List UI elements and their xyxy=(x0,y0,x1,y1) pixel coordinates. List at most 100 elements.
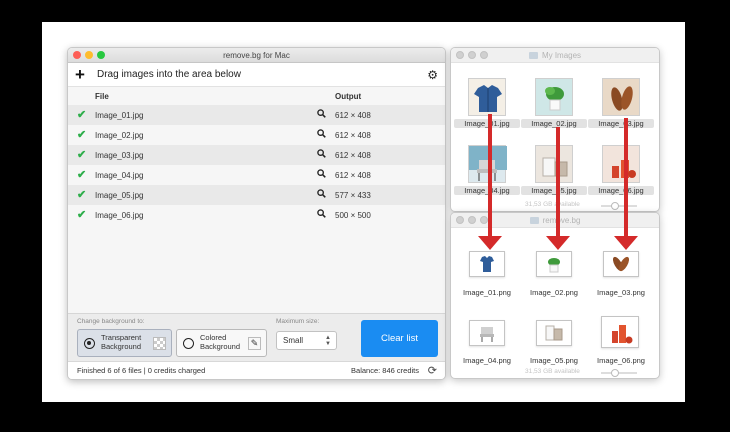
file-label[interactable]: Image_04.jpg xyxy=(454,186,520,195)
transparent-background-option[interactable]: Transparent Background xyxy=(77,329,172,357)
folder-icon xyxy=(529,217,539,224)
stepper-arrows-icon: ▲ ▼ xyxy=(325,335,331,347)
column-file: File xyxy=(95,91,109,101)
output-thumbnail-shoes[interactable] xyxy=(603,251,639,277)
shirt-image xyxy=(474,85,502,112)
output-thumbnail-boxes[interactable] xyxy=(536,320,572,346)
file-label[interactable]: Image_03.jpg xyxy=(588,119,654,128)
magnifier-icon[interactable] xyxy=(317,149,326,158)
max-size-select[interactable]: Small ▲ ▼ xyxy=(276,331,337,350)
thumbnail-chair[interactable] xyxy=(468,145,507,183)
thumbnail-bottles[interactable] xyxy=(602,145,640,183)
folder-icon xyxy=(528,52,538,59)
icon-size-slider[interactable] xyxy=(601,202,637,210)
chair-image xyxy=(469,146,507,181)
zoom-window-button[interactable] xyxy=(97,51,105,59)
file-label[interactable]: Image_02.jpg xyxy=(521,119,587,128)
finder-window-input: My Images Image_01.jpg Image_02.jpg Imag… xyxy=(450,47,660,212)
shoes-image xyxy=(612,256,630,272)
transparency-swatch-icon xyxy=(153,336,166,350)
checkmark-icon: ✔ xyxy=(77,189,87,201)
file-name: Image_03.jpg xyxy=(95,150,144,160)
minimize-window-button[interactable] xyxy=(85,51,93,59)
file-label[interactable]: Image_04.png xyxy=(454,356,520,365)
table-row[interactable]: ✔ Image_01.jpg 612 × 408 xyxy=(68,105,445,125)
zoom-window-button[interactable] xyxy=(480,216,488,224)
colored-background-option[interactable]: Colored Background ✎ xyxy=(176,329,267,357)
minimize-window-button[interactable] xyxy=(468,51,476,59)
file-label[interactable]: Image_06.png xyxy=(588,356,654,365)
slider-knob[interactable] xyxy=(611,369,619,377)
file-label[interactable]: Image_01.jpg xyxy=(454,119,520,128)
bottles-image xyxy=(612,160,636,178)
file-label[interactable]: Image_06.jpg xyxy=(588,186,654,195)
file-name: Image_05.jpg xyxy=(95,190,144,200)
thumbnail-shoes[interactable] xyxy=(602,78,640,116)
thumbnail-plant[interactable] xyxy=(535,78,573,116)
output-size: 577 × 433 xyxy=(335,190,371,200)
removebg-main-window: remove.bg for Mac + Drag images into the… xyxy=(67,47,446,380)
table-row[interactable]: ✔ Image_05.jpg 577 × 433 xyxy=(68,185,445,205)
refresh-icon[interactable]: ⟳ xyxy=(428,364,437,377)
file-label[interactable]: Image_03.png xyxy=(588,288,654,297)
checkmark-icon: ✔ xyxy=(77,129,87,141)
output-thumbnail-bottles[interactable] xyxy=(601,316,639,348)
status-bar: Finished 6 of 6 files | 0 credits charge… xyxy=(68,361,445,379)
boxes-image xyxy=(545,325,563,341)
file-name: Image_04.jpg xyxy=(95,170,144,180)
magnifier-icon[interactable] xyxy=(317,189,326,198)
slider-knob[interactable] xyxy=(611,202,619,210)
file-list: ✔ Image_01.jpg 612 × 408 ✔ Image_02.jpg … xyxy=(68,105,445,225)
output-thumbnail-plant[interactable] xyxy=(536,251,572,277)
disk-available-text: 31,53 GB available xyxy=(525,201,580,208)
file-label[interactable]: Image_05.jpg xyxy=(521,186,587,195)
table-row[interactable]: ✔ Image_04.jpg 612 × 408 xyxy=(68,165,445,185)
window-controls xyxy=(73,51,105,59)
colored-option-label: Colored Background xyxy=(200,333,241,351)
balance-text: Balance: 846 credits xyxy=(351,366,419,375)
drop-zone-header[interactable]: + Drag images into the area below ⚙ xyxy=(68,63,445,87)
output-thumbnail-shirt[interactable] xyxy=(469,251,505,277)
file-label[interactable]: Image_05.png xyxy=(521,356,587,365)
bottles-image xyxy=(612,325,633,344)
output-size: 612 × 408 xyxy=(335,150,371,160)
thumbnail-boxes[interactable] xyxy=(535,145,573,183)
close-window-button[interactable] xyxy=(73,51,81,59)
transparent-option-label: Transparent Background xyxy=(101,333,142,351)
options-panel: Change background to: Maximum size: Tran… xyxy=(68,313,445,362)
magnifier-icon[interactable] xyxy=(317,209,326,218)
table-row[interactable]: ✔ Image_02.jpg 612 × 408 xyxy=(68,125,445,145)
close-window-button[interactable] xyxy=(456,51,464,59)
eyedropper-icon[interactable]: ✎ xyxy=(248,336,261,350)
checkmark-icon: ✔ xyxy=(77,149,87,161)
table-row[interactable]: ✔ Image_03.jpg 612 × 408 xyxy=(68,145,445,165)
file-label[interactable]: Image_02.png xyxy=(521,288,587,297)
close-window-button[interactable] xyxy=(456,216,464,224)
column-output: Output xyxy=(335,91,362,101)
minimize-window-button[interactable] xyxy=(468,216,476,224)
output-thumbnail-chair[interactable] xyxy=(469,320,505,346)
magnifier-icon[interactable] xyxy=(317,169,326,178)
zoom-window-button[interactable] xyxy=(480,51,488,59)
finder-titlebar: My Images xyxy=(451,48,659,63)
change-background-label: Change background to: xyxy=(77,318,145,325)
add-icon[interactable]: + xyxy=(75,66,91,83)
output-size: 612 × 408 xyxy=(335,170,371,180)
file-name: Image_02.jpg xyxy=(95,130,144,140)
thumbnail-shirt[interactable] xyxy=(468,78,506,116)
output-size: 500 × 500 xyxy=(335,210,371,220)
clear-list-button[interactable]: Clear list xyxy=(361,320,438,357)
finder-title: My Images xyxy=(541,51,582,60)
gear-icon[interactable]: ⚙ xyxy=(427,68,438,82)
drag-instruction: Drag images into the area below xyxy=(97,69,241,80)
magnifier-icon[interactable] xyxy=(317,129,326,138)
shoes-image xyxy=(611,86,633,111)
output-size: 612 × 408 xyxy=(335,130,371,140)
plant-image xyxy=(545,87,564,111)
icon-size-slider[interactable] xyxy=(601,369,637,377)
table-row[interactable]: ✔ Image_06.jpg 500 × 500 xyxy=(68,205,445,225)
finder-title: remove.bg xyxy=(542,216,581,225)
file-label[interactable]: Image_01.png xyxy=(454,288,520,297)
magnifier-icon[interactable] xyxy=(317,109,326,118)
disk-available-text: 31,53 GB available xyxy=(525,368,580,375)
